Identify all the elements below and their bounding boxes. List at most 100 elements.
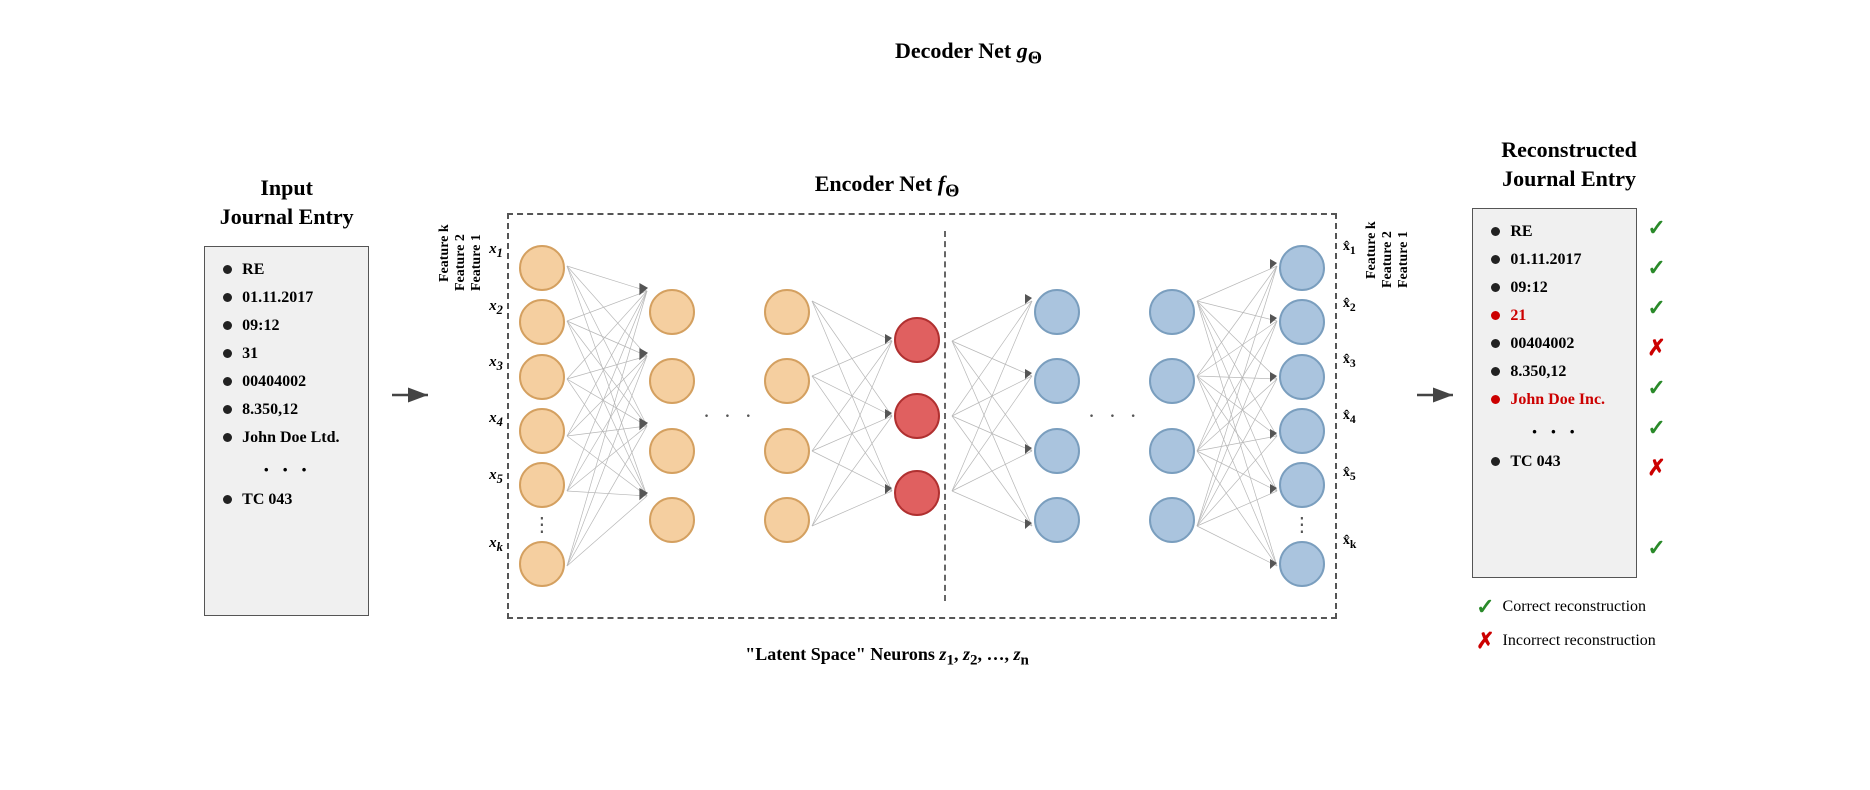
check-5: ✓	[1647, 373, 1665, 403]
enc-dots-1: ⋮	[532, 512, 552, 537]
cross-4: ✗	[1647, 333, 1665, 363]
featurek-label-left: Feature k	[437, 213, 453, 293]
encoder-section: Encoder Net fΘ Feature 1 Feature 2 Featu…	[437, 171, 1337, 619]
correct-check-icon: ✓	[1476, 594, 1494, 620]
correct-legend-item: ✓ Correct reconstruction	[1476, 594, 1656, 620]
input-item-RE: RE	[223, 261, 350, 279]
arrow-decoder-output	[1412, 383, 1462, 407]
bullet	[223, 349, 232, 358]
incorrect-cross-icon: ✗	[1476, 628, 1494, 654]
dec-node-1-4	[1034, 497, 1080, 543]
bullet	[223, 321, 232, 330]
check-6: ✓	[1647, 413, 1665, 443]
latent-space-label: "Latent Space" Neurons z1, z2, …, zn	[437, 644, 1337, 670]
rec-item-21: 21	[1491, 307, 1618, 325]
cross-7: ✗	[1647, 453, 1665, 483]
enc-to-latent	[812, 231, 892, 601]
bullet-red	[1491, 311, 1500, 320]
enc-connections-1-2	[567, 231, 647, 601]
enc-node-2-1	[649, 289, 695, 335]
enc-node-1-4	[519, 408, 565, 454]
check-1: ✓	[1647, 213, 1665, 243]
enc-node-3-1	[764, 289, 810, 335]
feature2-label-left: Feature 2	[453, 213, 469, 313]
dec-node-2-3	[1149, 428, 1195, 474]
spacer-dots	[1647, 493, 1665, 523]
input-dots: · · ·	[223, 457, 350, 483]
decoder-output-area: x̂1 x̂2 x̂3 x̂4 x̂5 x̂k Feature 1 Featur…	[1343, 210, 1412, 580]
feature2-label-right: Feature 2	[1380, 210, 1396, 310]
dec-node-1-3	[1034, 428, 1080, 474]
bullet	[223, 377, 232, 386]
out-node-k	[1279, 541, 1325, 587]
reconstructed-title: ReconstructedJournal Entry	[1501, 136, 1637, 193]
enc-node-1-k	[519, 541, 565, 587]
legend: ✓ Correct reconstruction ✗ Incorrect rec…	[1476, 594, 1656, 654]
latent-node-2	[894, 393, 940, 439]
dec-node-2-1	[1149, 289, 1195, 335]
xk-label: xk	[489, 535, 503, 555]
x5-label: x5	[489, 467, 503, 487]
bullet	[1491, 457, 1500, 466]
out-node-3	[1279, 354, 1325, 400]
check-2: ✓	[1647, 253, 1665, 283]
out-node-5	[1279, 462, 1325, 508]
arrow-svg	[390, 383, 434, 407]
out-node-4	[1279, 408, 1325, 454]
rec-item-account: 00404002	[1491, 335, 1618, 353]
correct-legend-label: Correct reconstruction	[1503, 598, 1647, 616]
rec-item-name: John Doe Inc.	[1491, 391, 1618, 409]
rec-item-tc: TC 043	[1491, 453, 1618, 471]
xhat4-label: x̂4	[1343, 408, 1356, 426]
check-3: ✓	[1647, 293, 1665, 323]
checks-column: ✓ ✓ ✓ ✗ ✓ ✓ ✗ ✓	[1647, 208, 1665, 573]
incorrect-legend-label: Incorrect reconstruction	[1503, 632, 1656, 650]
bullet	[223, 433, 232, 442]
rec-item-RE: RE	[1491, 223, 1618, 241]
arrow-svg-2	[1415, 383, 1459, 407]
latent-node-3	[894, 470, 940, 516]
encoder-title: Encoder Net fΘ	[815, 171, 960, 201]
rec-dots: · · ·	[1491, 419, 1618, 445]
encoder-network-box: ⋮	[507, 213, 1337, 619]
x2-label: x2	[489, 298, 503, 318]
out-node-2	[1279, 299, 1325, 345]
dec-node-2-4	[1149, 497, 1195, 543]
incorrect-legend-item: ✗ Incorrect reconstruction	[1476, 628, 1656, 654]
input-item-name: John Doe Ltd.	[223, 429, 350, 447]
input-item-time: 09:12	[223, 317, 350, 335]
main-container: InputJournal Entry RE 01.11.2017 09:12 3…	[0, 0, 1870, 790]
latent-to-dec	[952, 231, 1032, 601]
dec-dots-between: · · ·	[1088, 403, 1141, 429]
input-item-date: 01.11.2017	[223, 289, 350, 307]
dec-to-output	[1197, 231, 1277, 601]
bullet	[223, 293, 232, 302]
x1-label: x1	[489, 241, 503, 261]
input-title: InputJournal Entry	[220, 174, 354, 231]
enc-node-1-1	[519, 245, 565, 291]
out-node-1	[1279, 245, 1325, 291]
arrow-input-encoder	[387, 383, 437, 407]
enc-node-2-4	[649, 497, 695, 543]
check-8: ✓	[1647, 533, 1665, 563]
input-item-tc: TC 043	[223, 491, 350, 509]
enc-node-2-2	[649, 358, 695, 404]
dec-node-1-1	[1034, 289, 1080, 335]
x3-label: x3	[489, 354, 503, 374]
enc-node-3-2	[764, 358, 810, 404]
bullet	[223, 495, 232, 504]
bullet	[223, 405, 232, 414]
feature1-label-right: Feature 1	[1396, 210, 1412, 310]
dec-node-2-2	[1149, 358, 1195, 404]
bullet	[223, 265, 232, 274]
xhat1-label: x̂1	[1343, 239, 1356, 257]
xhat3-label: x̂3	[1343, 352, 1356, 370]
enc-node-1-3	[519, 354, 565, 400]
rec-item-date: 01.11.2017	[1491, 251, 1618, 269]
bullet	[1491, 339, 1500, 348]
enc-node-1-5	[519, 462, 565, 508]
enc-node-1-2	[519, 299, 565, 345]
enc-dots-between: · · ·	[703, 403, 756, 429]
bullet-red	[1491, 395, 1500, 404]
featurek-label-right: Feature k	[1364, 210, 1380, 290]
